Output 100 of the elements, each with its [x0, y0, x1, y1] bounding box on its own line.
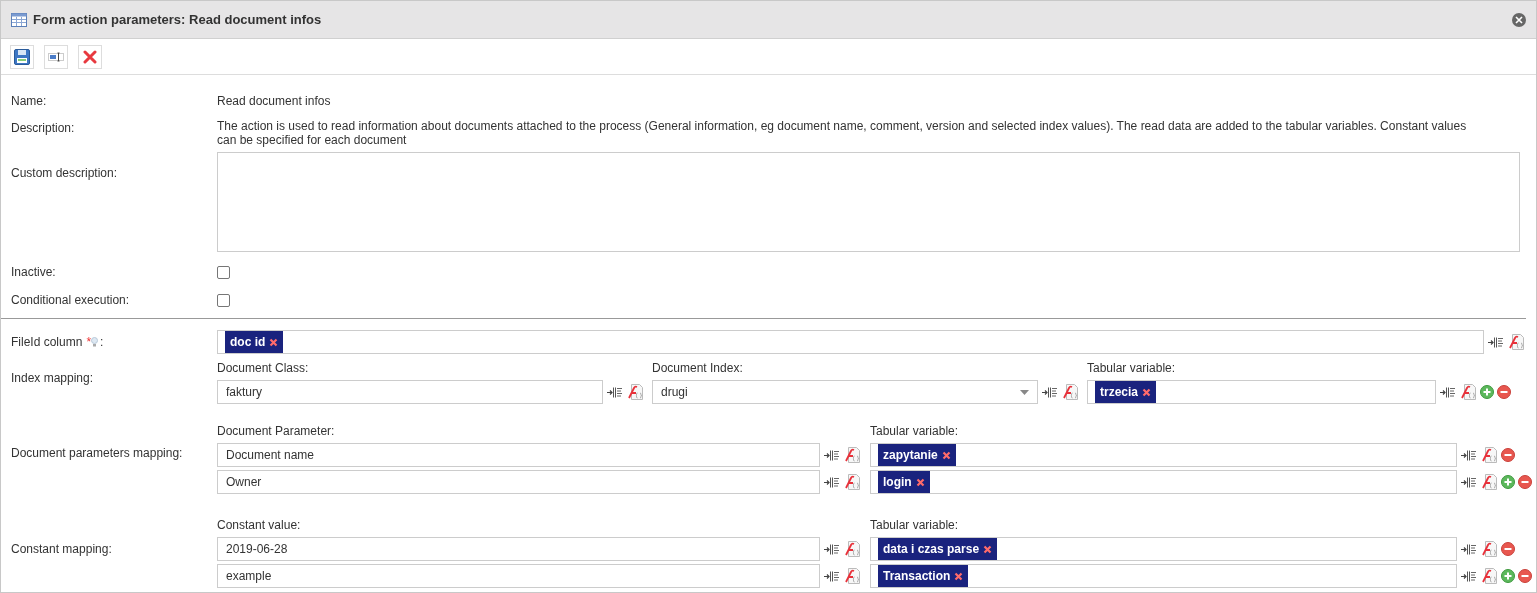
- cross-icon: [269, 337, 279, 347]
- remove-button[interactable]: [1501, 542, 1515, 556]
- function-button[interactable]: [1481, 473, 1498, 491]
- insert-icon: [1440, 386, 1456, 398]
- add-button[interactable]: [1480, 385, 1494, 399]
- remove-tag-icon[interactable]: [941, 450, 951, 460]
- save-button[interactable]: [10, 44, 34, 69]
- tag-field[interactable]: zapytanie: [870, 443, 1457, 467]
- input-field[interactable]: 2019-06-28: [217, 537, 820, 561]
- field-label: Inactive:: [11, 265, 56, 279]
- remove-tag-icon[interactable]: [954, 571, 964, 581]
- function-icon: [1063, 384, 1078, 400]
- dropdown[interactable]: drugi: [652, 380, 1038, 404]
- variable-tag: data i czas parse: [878, 538, 998, 560]
- column-header: Tabular variable:: [870, 517, 960, 534]
- function-icon: [1482, 474, 1497, 490]
- function-button[interactable]: [844, 567, 861, 585]
- description-text: The action is used to read information about documents attached to the process (General information, eg document name, comment, version and selected index values). The read data are added to the tabular variables. Constant values can be specified for each document: [217, 119, 1468, 147]
- column-header: Tabular variable:: [1087, 360, 1177, 377]
- function-icon: [628, 384, 643, 400]
- function-icon: [1461, 384, 1476, 400]
- function-button[interactable]: [1062, 383, 1079, 401]
- insert-icon: [824, 570, 840, 582]
- close-button[interactable]: [1512, 12, 1526, 27]
- field-label: Description:: [11, 121, 75, 135]
- field-label: Custom description:: [11, 166, 118, 180]
- table-icon: [11, 12, 27, 27]
- function-button[interactable]: [844, 446, 861, 464]
- variable-tag: trzecia: [1095, 381, 1157, 403]
- cross-icon: [915, 477, 925, 487]
- remove-button[interactable]: [1518, 475, 1532, 489]
- delete-button[interactable]: [78, 44, 102, 69]
- insert-icon: [1042, 386, 1058, 398]
- add-button[interactable]: [1501, 569, 1515, 583]
- variable-tag: login: [878, 471, 930, 493]
- tag-field[interactable]: trzecia: [1087, 380, 1436, 404]
- function-icon: [845, 541, 860, 557]
- plus-icon: [1504, 478, 1512, 486]
- function-button[interactable]: [1481, 567, 1498, 585]
- plus-icon: [1504, 572, 1512, 580]
- function-button[interactable]: [1481, 446, 1498, 464]
- label-colon: :: [100, 334, 104, 351]
- function-button[interactable]: [844, 473, 861, 491]
- field-label: Document parameters mapping:: [11, 446, 183, 460]
- add-button[interactable]: [1501, 475, 1515, 489]
- cross-icon: [83, 49, 97, 64]
- lightbulb-icon: [91, 337, 99, 347]
- remove-button[interactable]: [1501, 448, 1515, 462]
- function-button[interactable]: [1460, 383, 1477, 401]
- function-icon: [845, 568, 860, 584]
- input-field[interactable]: faktury: [217, 380, 603, 404]
- remove-tag-icon[interactable]: [269, 337, 279, 347]
- checkbox[interactable]: [217, 293, 230, 307]
- column-header: Document Index:: [652, 360, 744, 377]
- checkbox[interactable]: [217, 265, 230, 279]
- function-button[interactable]: [1508, 333, 1525, 351]
- field-label: Index mapping:: [11, 371, 94, 385]
- close-icon: [1515, 15, 1523, 24]
- input-field[interactable]: example: [217, 564, 820, 588]
- input-field[interactable]: Owner: [217, 470, 820, 494]
- minus-icon: [1521, 478, 1529, 486]
- window-title: Form action parameters: Read document infos: [33, 10, 322, 29]
- field-label: Conditional execution:: [11, 293, 130, 307]
- column-header: Constant value:: [217, 517, 302, 534]
- cross-icon: [983, 544, 993, 554]
- function-icon: [845, 474, 860, 490]
- function-icon: [1482, 447, 1497, 463]
- cross-icon: [954, 571, 964, 581]
- tag-field[interactable]: login: [870, 470, 1457, 494]
- function-button[interactable]: [1481, 540, 1498, 558]
- insert-icon: [1461, 476, 1477, 488]
- cross-icon: [1142, 387, 1152, 397]
- remove-tag-icon[interactable]: [1142, 387, 1152, 397]
- input-field[interactable]: Document name: [217, 443, 820, 467]
- insert-icon: [607, 386, 623, 398]
- column-header: Document Class:: [217, 360, 310, 377]
- remove-button[interactable]: [1497, 385, 1511, 399]
- function-button[interactable]: [627, 383, 644, 401]
- insert-icon: [824, 449, 840, 461]
- function-icon: [845, 447, 860, 463]
- field-label: Name:: [11, 94, 47, 108]
- variable-tag: doc id: [225, 331, 284, 353]
- remove-button[interactable]: [1518, 569, 1532, 583]
- caret-icon: [1020, 389, 1029, 395]
- column-header: Document Parameter:: [217, 423, 336, 440]
- function-button[interactable]: [844, 540, 861, 558]
- rename-button[interactable]: [44, 44, 68, 69]
- field-label: Constant mapping:: [11, 542, 112, 556]
- insert-icon: [824, 476, 840, 488]
- tag-field[interactable]: Transaction: [870, 564, 1457, 588]
- minus-icon: [1521, 572, 1529, 580]
- insert-icon: [1461, 449, 1477, 461]
- plus-icon: [1483, 388, 1491, 396]
- remove-tag-icon[interactable]: [915, 477, 925, 487]
- insert-icon: [824, 543, 840, 555]
- tag-field[interactable]: doc id: [217, 330, 1484, 354]
- remove-tag-icon[interactable]: [983, 544, 993, 554]
- insert-icon: [1488, 336, 1504, 348]
- custom-description-field[interactable]: [217, 152, 1520, 252]
- tag-field[interactable]: data i czas parse: [870, 537, 1457, 561]
